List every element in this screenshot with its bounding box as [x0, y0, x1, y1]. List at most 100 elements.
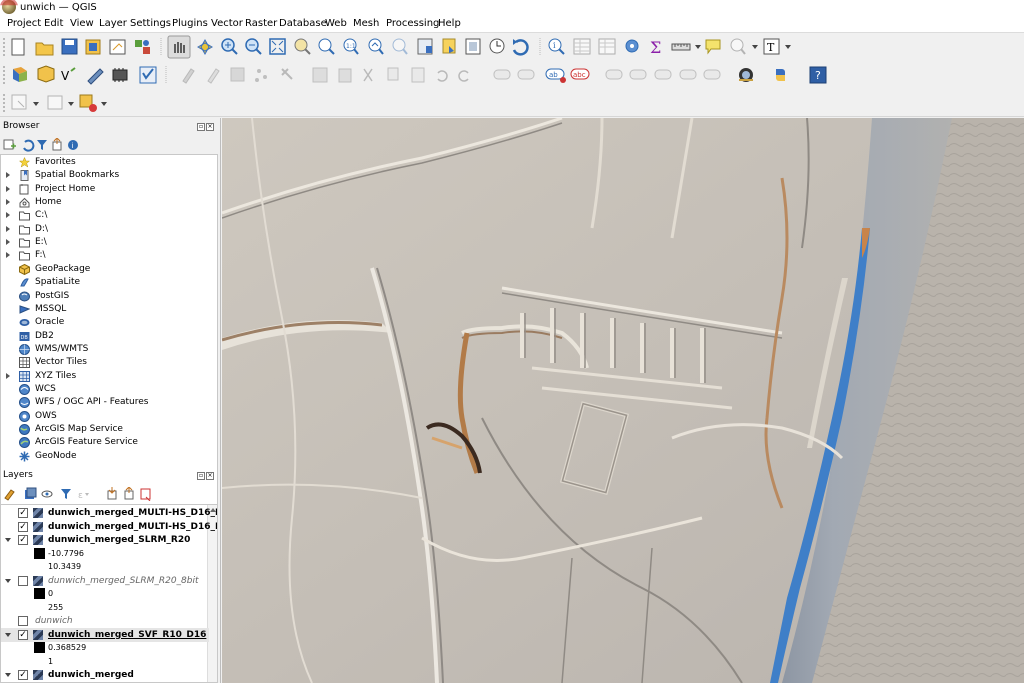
close-icon[interactable]: × [206, 123, 214, 131]
browser-item[interactable]: Favorites [1, 156, 217, 169]
layer-row[interactable]: dunwich_merged_SLRM_R20_8bit [1, 574, 209, 588]
labels-extra-icon [703, 69, 721, 80]
browser-item[interactable]: GeoPackage [1, 263, 217, 276]
menu-edit[interactable]: Edit [44, 18, 63, 29]
browser-item[interactable]: PostGIS [1, 290, 217, 303]
layer-row[interactable]: ✓ dunwich_merged_MULTI-HS_D16_H35 [1, 506, 217, 520]
folder-icon [19, 183, 30, 195]
browser-item[interactable]: C:\ [1, 209, 217, 222]
geopackage-icon [19, 263, 30, 275]
layer-name: dunwich [35, 616, 73, 626]
browser-item[interactable]: WFS / OGC API - Features [1, 396, 217, 409]
pan-icon [167, 35, 191, 59]
menu-project[interactable]: Project [7, 18, 41, 29]
measure-icon [671, 43, 691, 51]
browser-item[interactable]: E:\ [1, 236, 217, 249]
browser-item[interactable]: Home [1, 196, 217, 209]
layer-row[interactable]: ✓ dunwich_merged [1, 668, 209, 682]
browser-item[interactable]: Project Home [1, 183, 217, 196]
layer-row[interactable]: ✓ dunwich_merged_SVF_R10_D16 [1, 627, 209, 642]
expand-arrow-icon[interactable] [5, 632, 11, 637]
zoom-to-layer-icon [318, 38, 335, 55]
expand-arrow-icon[interactable] [6, 252, 10, 259]
browser-item-label: Favorites [35, 157, 76, 167]
browser-panel-buttons: ▫ × [196, 121, 216, 131]
layers-toolbar: ε [4, 487, 151, 501]
copy-icon [387, 67, 399, 81]
browser-item[interactable]: ArcGIS Feature Service [1, 436, 217, 449]
browser-item[interactable]: ArcGIS Map Service [1, 423, 217, 436]
menu-settings[interactable]: Settings [130, 18, 171, 29]
layer-group-row[interactable]: dunwich [1, 614, 209, 628]
remove-layer-icon [140, 488, 151, 501]
select-attr-dropdown-icon [101, 102, 107, 106]
browser-item[interactable]: GeoNode [1, 450, 217, 463]
expand-arrow-icon[interactable] [6, 212, 10, 219]
labels-show-icon: abc [570, 68, 590, 80]
raster-layer-icon [33, 629, 43, 640]
browser-item[interactable]: OWS [1, 410, 217, 423]
layer-visibility-checkbox[interactable]: ✓ [18, 521, 28, 532]
expand-arrow-icon[interactable] [6, 185, 10, 192]
browser-item[interactable]: XYZ Tiles [1, 370, 217, 383]
menu-layer[interactable]: Layer [99, 18, 127, 29]
collapse-all-icon [52, 138, 62, 151]
expand-arrow-icon[interactable] [5, 673, 11, 677]
mssql-icon [19, 304, 31, 315]
float-icon[interactable]: ▫ [197, 472, 205, 480]
close-icon[interactable]: × [206, 472, 214, 480]
layer-row[interactable]: ✓ dunwich_merged_SLRM_R20 [1, 533, 209, 547]
expand-arrow-icon[interactable] [5, 538, 11, 542]
menu-processing[interactable]: Processing [386, 18, 439, 29]
browser-item[interactable]: MSSQL [1, 303, 217, 316]
expand-arrow-icon[interactable] [5, 578, 11, 583]
select-dropdown-icon [752, 45, 758, 49]
menu-help[interactable]: Help [438, 18, 461, 29]
layer-visibility-checkbox[interactable]: ✓ [18, 508, 28, 518]
browser-item[interactable]: SpatiaLite [1, 276, 217, 289]
browser-item[interactable]: D:\ [1, 223, 217, 236]
legend-row: 0 [1, 587, 209, 601]
menu-vector[interactable]: Vector [211, 18, 243, 29]
svg-text:i: i [553, 41, 556, 50]
browser-item[interactable]: DB DB2 [1, 330, 217, 343]
browser-item[interactable]: Spatial Bookmarks [1, 169, 217, 182]
float-icon[interactable]: ▫ [197, 123, 205, 131]
layer-visibility-checkbox[interactable]: ✓ [18, 629, 28, 640]
browser-item[interactable]: WCS [1, 383, 217, 396]
open-layer-styling-icon [4, 489, 15, 501]
qgis-logo-icon [2, 0, 16, 14]
digitize-icon [255, 69, 267, 82]
expand-arrow-icon[interactable] [6, 239, 10, 246]
menu-view[interactable]: View [70, 18, 94, 29]
menu-raster[interactable]: Raster [245, 18, 277, 29]
browser-item-label: XYZ Tiles [35, 370, 77, 381]
browser-item[interactable]: Vector Tiles [1, 356, 217, 369]
svg-text:i: i [72, 142, 74, 150]
expand-arrow-icon[interactable] [6, 172, 10, 179]
map-canvas[interactable] [222, 118, 1024, 683]
style-manager-icon [135, 40, 150, 54]
layer-row[interactable]: ✓ dunwich_merged_MULTI-HS_D16_H35 [1, 520, 217, 534]
menu-web[interactable]: Web [325, 18, 347, 29]
menu-database[interactable]: Database [279, 18, 327, 29]
select-dropdown-icon [33, 102, 39, 106]
browser-item[interactable]: WMS/WMTS [1, 343, 217, 356]
expand-arrow-icon[interactable] [6, 199, 10, 206]
layer-visibility-checkbox[interactable]: ✓ [18, 670, 28, 680]
temporal-controller-icon [489, 38, 505, 54]
layer-visibility-checkbox[interactable] [18, 616, 28, 626]
legend-row: 0.368529 [1, 641, 209, 655]
menu-mesh[interactable]: Mesh [353, 18, 379, 29]
expand-arrow-icon[interactable] [6, 372, 10, 379]
layer-visibility-checkbox[interactable]: ✓ [18, 535, 28, 545]
browser-toolbar: i [3, 138, 78, 152]
layer-visibility-checkbox[interactable] [18, 575, 28, 586]
menu-plugins[interactable]: Plugins [172, 18, 208, 29]
browser-item[interactable]: F:\ [1, 249, 217, 262]
zoom-in-icon [221, 38, 238, 55]
python-console-icon [776, 69, 785, 81]
expand-arrow-icon[interactable] [6, 225, 10, 232]
browser-item[interactable]: Oracle [1, 316, 217, 329]
select-by-attribute-icon [79, 94, 97, 112]
